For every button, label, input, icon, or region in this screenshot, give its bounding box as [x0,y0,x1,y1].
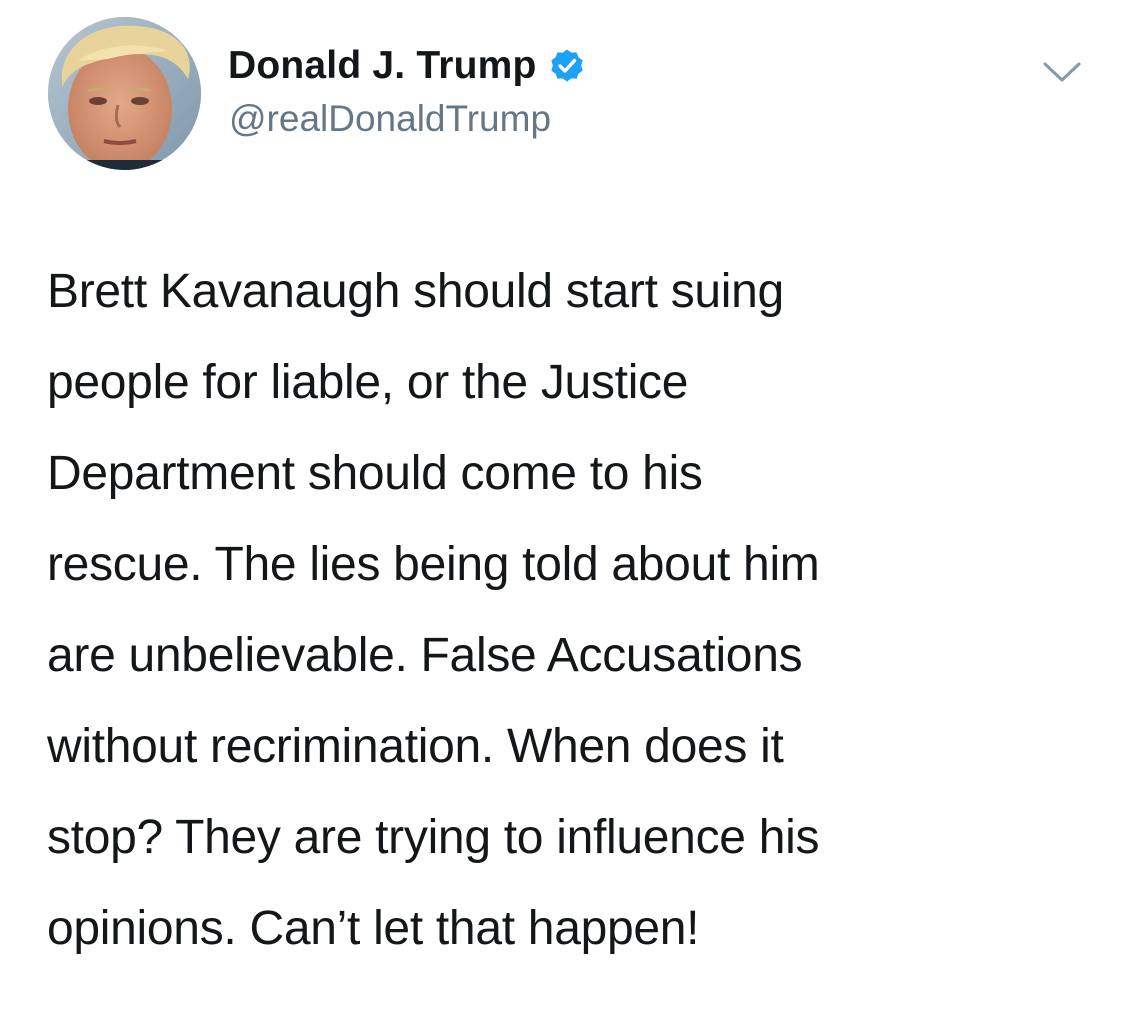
user-name-row: Donald J. Trump [228,42,585,90]
tweet-text-line: Department should come to his [47,447,703,500]
tweet-text-line: without recrimination. When does it [47,720,784,773]
tweet-text: Brett Kavanaugh should start suing peopl… [47,246,1087,974]
avatar[interactable] [48,17,201,170]
display-name[interactable]: Donald J. Trump [228,44,537,88]
user-handle[interactable]: @realDonaldTrump [229,98,551,140]
verified-badge-icon [549,48,585,84]
chevron-down-icon[interactable] [1040,54,1084,88]
tweet-text-line: opinions. Can’t let that happen! [47,902,700,955]
tweet-text-line: are unbelievable. False Accusations [47,629,803,682]
tweet-text-line: stop? They are trying to influence his [47,811,820,864]
tweet-text-line: Brett Kavanaugh should start suing [47,265,784,318]
tweet-card: Donald J. Trump @realDonaldTrump Brett K… [0,0,1125,1032]
tweet-text-line: people for liable, or the Justice [47,356,689,409]
avatar-image [48,17,201,170]
tweet-text-line: rescue. The lies being told about him [47,538,820,591]
